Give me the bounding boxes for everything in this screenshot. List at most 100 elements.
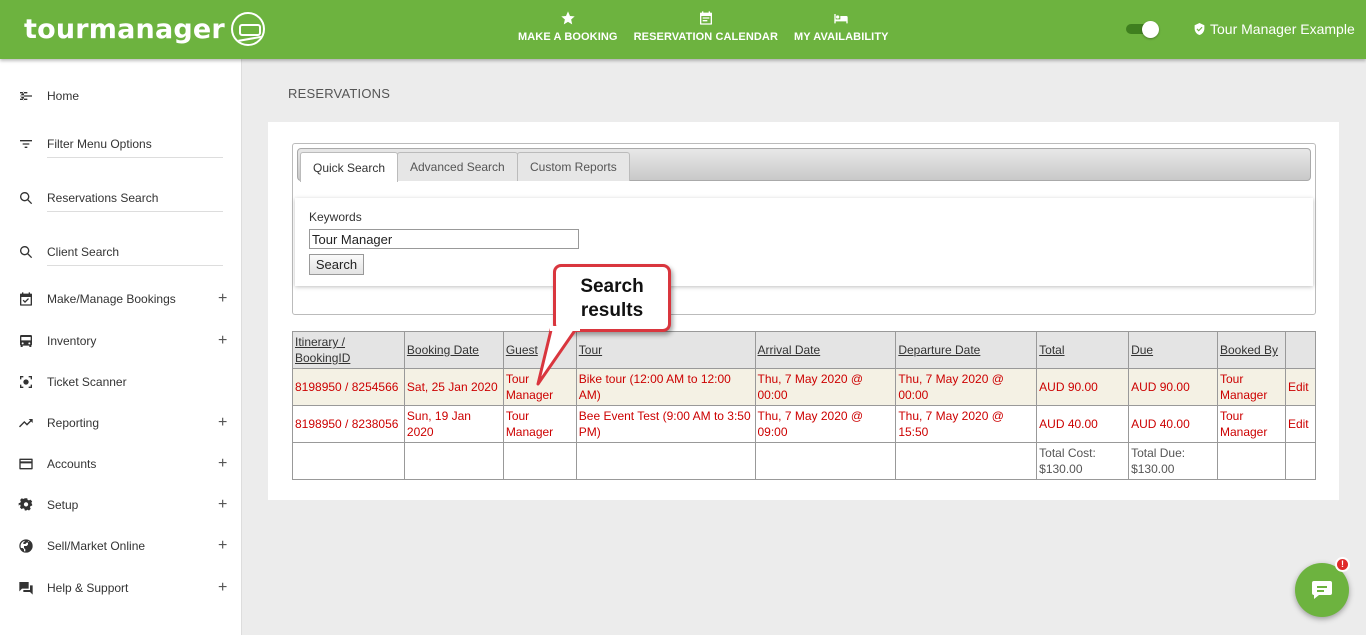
col-header-departure-date[interactable]: Departure Date [895, 331, 1038, 369]
table-row[interactable]: 8198950 / 8238056 Sun, 19 Jan 2020 Tour … [292, 405, 1317, 443]
chat-notification-badge: ! [1335, 557, 1350, 572]
cell-due: AUD 90.00 [1128, 368, 1218, 406]
col-header-arrival-date[interactable]: Arrival Date [754, 331, 897, 369]
globe-icon [18, 538, 34, 554]
nav-label: MAKE A BOOKING [518, 31, 618, 43]
col-header-booked-by[interactable]: Booked By [1216, 331, 1286, 369]
reservations-card: Quick Search Advanced Search Custom Repo… [268, 122, 1339, 500]
cell-booked-by: Tour Manager [1216, 368, 1286, 406]
total-cost: Total Cost: $130.00 [1036, 442, 1130, 480]
divider [47, 211, 223, 212]
tab-quick-search[interactable]: Quick Search [300, 152, 399, 182]
sidebar-item-accounts[interactable]: Accounts + [0, 446, 242, 482]
cell-departure: Thu, 7 May 2020 @ 00:00 [895, 368, 1038, 406]
table-row[interactable]: 8198950 / 8254566 Sat, 25 Jan 2020 Tour … [292, 368, 1317, 406]
col-header-total[interactable]: Total [1036, 331, 1130, 369]
empty-cell [403, 442, 504, 480]
edit-link[interactable]: Edit [1288, 380, 1309, 394]
logo-text: tourmanager [24, 13, 225, 45]
bus-logo-icon [230, 12, 265, 46]
cell-action: Edit [1284, 405, 1317, 443]
expand-icon[interactable]: + [218, 537, 227, 555]
cell-tour: Bike tour (12:00 AM to 12:00 AM) [575, 368, 756, 406]
sidebar-item-label: Help & Support [47, 581, 129, 595]
keywords-input[interactable] [309, 229, 579, 249]
nav-my-availability[interactable]: MY AVAILABILITY [786, 0, 897, 59]
toggle-knob [1142, 21, 1159, 38]
empty-cell [1284, 442, 1317, 480]
sidebar-item-make-manage-bookings[interactable]: Make/Manage Bookings + [0, 281, 242, 317]
sort-link[interactable]: Departure Date [898, 343, 980, 357]
expand-icon[interactable]: + [218, 290, 227, 308]
cell-tour: Bee Event Test (9:00 AM to 3:50 PM) [575, 405, 756, 443]
user-menu[interactable]: Tour Manager Example [1193, 21, 1355, 37]
tab-advanced-search[interactable]: Advanced Search [397, 152, 518, 181]
page-title: RESERVATIONS [288, 86, 391, 101]
sidebar-item-reporting[interactable]: Reporting + [0, 405, 242, 441]
sidebar-item-label: Accounts [47, 457, 97, 471]
sidebar-item-label: Reservations Search [47, 191, 159, 205]
sidebar-item-home[interactable]: Home [0, 78, 242, 114]
sidebar-item-inventory[interactable]: Inventory + [0, 323, 242, 359]
sort-link[interactable]: Total [1039, 343, 1064, 357]
star-icon [561, 11, 575, 25]
scanner-icon [18, 374, 34, 390]
col-header-itinerary[interactable]: Itinerary / BookingID [292, 331, 405, 369]
user-name: Tour Manager Example [1210, 21, 1355, 37]
top-bar: tourmanager MAKE A BOOKING RESERVATION C… [0, 0, 1366, 59]
sidebar-item-ticket-scanner[interactable]: Ticket Scanner [0, 364, 242, 400]
nav-reservation-calendar[interactable]: RESERVATION CALENDAR [626, 0, 786, 59]
search-results-callout: Search results [553, 264, 671, 332]
empty-cell [292, 442, 405, 480]
expand-icon[interactable]: + [218, 332, 227, 350]
expand-icon[interactable]: + [218, 496, 227, 514]
nav-make-a-booking[interactable]: MAKE A BOOKING [510, 0, 626, 59]
expand-icon[interactable]: + [218, 455, 227, 473]
sidebar: Home Filter Menu Options Reservations Se… [0, 59, 242, 635]
sidebar-item-label: Client Search [47, 245, 120, 259]
sidebar-item-label: Home [47, 89, 80, 103]
sort-link[interactable]: Booking Date [407, 343, 479, 357]
empty-cell [1216, 442, 1286, 480]
edit-link[interactable]: Edit [1288, 417, 1309, 431]
sort-link[interactable]: Arrival Date [758, 343, 821, 357]
mode-toggle[interactable] [1126, 21, 1160, 38]
cell-booked-by: Tour Manager [1216, 405, 1286, 443]
sort-link[interactable]: Itinerary / BookingID [295, 335, 350, 365]
sidebar-item-client-search[interactable]: Client Search [0, 234, 242, 270]
empty-cell [895, 442, 1038, 480]
chat-bubble-icon [1312, 581, 1332, 599]
search-button[interactable]: Search [309, 254, 364, 275]
sort-link[interactable]: Due [1131, 343, 1153, 357]
cell-itinerary[interactable]: 8198950 / 8254566 [292, 368, 405, 406]
sidebar-item-setup[interactable]: Setup + [0, 487, 242, 523]
cell-guest[interactable]: Tour Manager [502, 405, 577, 443]
calendar-icon [699, 11, 712, 25]
callout-pointer [536, 326, 580, 386]
sidebar-item-sell-market-online[interactable]: Sell/Market Online + [0, 528, 242, 564]
logo[interactable]: tourmanager [24, 12, 265, 46]
col-header-due[interactable]: Due [1128, 331, 1218, 369]
cell-total: AUD 40.00 [1036, 405, 1130, 443]
col-header-actions [1284, 331, 1317, 369]
sidebar-item-reservations-search[interactable]: Reservations Search [0, 180, 242, 216]
col-header-tour[interactable]: Tour [575, 331, 756, 369]
col-header-booking-date[interactable]: Booking Date [403, 331, 504, 369]
nav-label: RESERVATION CALENDAR [633, 31, 778, 43]
tab-custom-reports[interactable]: Custom Reports [517, 152, 630, 181]
back-arrow-icon [18, 88, 34, 104]
keywords-label: Keywords [309, 210, 362, 224]
sort-link[interactable]: Booked By [1220, 343, 1278, 357]
callout-text: Search results [580, 276, 644, 321]
bed-icon [834, 14, 848, 24]
table-header-row: Itinerary / BookingID Booking Date Guest… [292, 331, 1317, 369]
cell-itinerary[interactable]: 8198950 / 8238056 [292, 405, 405, 443]
expand-icon[interactable]: + [218, 414, 227, 432]
sidebar-item-help-support[interactable]: Help & Support + [0, 570, 242, 606]
search-icon [18, 244, 34, 260]
divider [47, 265, 223, 266]
sidebar-item-filter-menu-options[interactable]: Filter Menu Options [0, 126, 242, 162]
chat-icon [18, 580, 34, 596]
expand-icon[interactable]: + [218, 579, 227, 597]
trending-icon [18, 415, 34, 431]
